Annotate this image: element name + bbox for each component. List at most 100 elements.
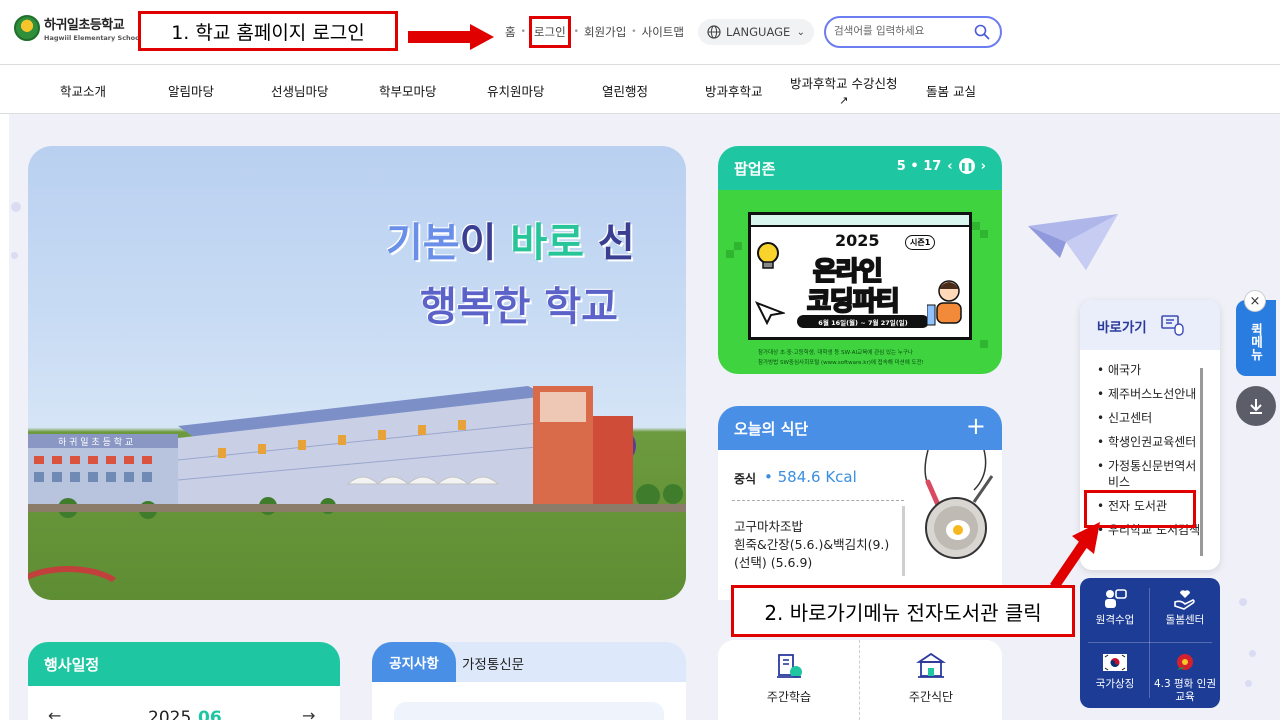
meal-title: 오늘의 식단 bbox=[734, 420, 809, 438]
nav-item-label: 방과후학교 수강신청 bbox=[790, 76, 898, 91]
meal-card: 중식 • 584.6 Kcal 고구마차조밥 흰죽&간장(5.6.)&백김치(9… bbox=[718, 450, 1002, 600]
step1-callout: 1. 학교 홈페이지 로그인 bbox=[138, 11, 398, 51]
school-building-illustration: 하 귀 일 초 등 학 교 bbox=[28, 386, 686, 519]
banner-footnote-target: 참가대상 초·중·고등학생, 대학생 등 SW·AI교육에 관심 있는 누구나 bbox=[758, 350, 913, 356]
pause-icon[interactable]: ❚❚ bbox=[958, 158, 975, 174]
site-header: 하귀일초등학교 Hagwiil Elementary School 1. 학교 … bbox=[0, 0, 1280, 64]
chevron-down-icon: ⌄ bbox=[796, 26, 805, 38]
main-nav: 학교소개 알림마당 선생님마당 학부모마당 유치원마당 열린행정 방과후학교 방… bbox=[0, 64, 1280, 114]
login-link[interactable]: 로그인 bbox=[528, 16, 571, 48]
meal-menu-item: 고구마차조밥 bbox=[734, 519, 804, 534]
hero-slogan-line1: 기본이 바로 선 bbox=[386, 210, 635, 268]
paper-plane-icon bbox=[1028, 214, 1118, 270]
grid-label: 돌봄센터 bbox=[1165, 614, 1205, 626]
popup-banner-coding-party[interactable]: 2025 시즌1 온라인 코딩파티 6월 16일(월) ~ 7월 27일(일) … bbox=[718, 190, 1002, 374]
step2-callout: 2. 바로가기메뉴 전자도서관 클릭 bbox=[731, 585, 1075, 637]
search-input[interactable] bbox=[834, 25, 972, 37]
notice-tabs: 공지사항 가정통신문 bbox=[372, 642, 686, 682]
student-character-icon bbox=[927, 280, 962, 326]
care-center-button[interactable]: 돌봄센터 bbox=[1150, 578, 1220, 642]
frying-pan-egg-icon bbox=[924, 450, 994, 559]
nav-item-parents[interactable]: 학부모마당 bbox=[379, 81, 437, 100]
quick-menu-scrollbar[interactable] bbox=[1200, 368, 1203, 556]
decor-dot bbox=[11, 202, 21, 212]
hero-banner: 기본이 바로 선 행복한 학교 하 귀 일 초 등 학 교 bbox=[28, 146, 686, 600]
popup-zone-title: 팝업존 bbox=[734, 160, 776, 178]
download-button[interactable] bbox=[1236, 386, 1276, 426]
nav-item-admin[interactable]: 열린행정 bbox=[602, 81, 648, 100]
slogan-word: 바로 bbox=[510, 220, 584, 266]
separator-dot: • bbox=[631, 27, 637, 37]
separator-dot: • bbox=[573, 27, 579, 37]
banner-date: 6월 16일(월) ~ 7월 27일(일) bbox=[797, 315, 929, 328]
arrow-right-icon bbox=[408, 24, 494, 50]
quick-link-report-center[interactable]: 신고센터 bbox=[1096, 410, 1206, 426]
heart-hand-icon bbox=[1174, 590, 1195, 610]
language-label: LANGUAGE bbox=[726, 25, 791, 39]
sitemap-link[interactable]: 사이트맵 bbox=[642, 24, 684, 40]
tab-notice[interactable]: 공지사항 bbox=[372, 642, 456, 682]
meal-header: 오늘의 식단 + bbox=[718, 406, 1002, 450]
divider bbox=[732, 500, 904, 501]
service-label: 주간학습 bbox=[766, 690, 812, 704]
close-icon[interactable]: × bbox=[1244, 290, 1266, 312]
popup-controls: 5 • 17 ‹ ❚❚ › bbox=[897, 158, 986, 174]
school-building-icon bbox=[916, 652, 946, 678]
plus-icon[interactable]: + bbox=[966, 412, 986, 440]
search-icon[interactable] bbox=[974, 24, 990, 40]
meal-menu-list: 고구마차조밥 흰죽&간장(5.6.)&백김치(9.) (선택) (5.6.9) bbox=[734, 518, 910, 572]
nav-item-teachers[interactable]: 선생님마당 bbox=[271, 81, 329, 100]
school-logo[interactable]: 하귀일초등학교 Hagwiil Elementary School bbox=[14, 14, 142, 42]
slogan-word: 이 bbox=[459, 220, 511, 266]
hero-slogan-line2: 행복한 학교 bbox=[420, 284, 618, 330]
signup-link[interactable]: 회원가입 bbox=[584, 24, 626, 40]
schedule-month: 06 bbox=[198, 708, 222, 720]
banner-season-tag: 시즌1 bbox=[905, 235, 936, 250]
meal-menu-item: 흰죽&간장(5.6.)&백김치(9.) bbox=[734, 537, 890, 552]
banner-year: 2025 bbox=[835, 231, 880, 250]
download-icon bbox=[1250, 399, 1262, 414]
nav-item-afterschool[interactable]: 방과후학교 bbox=[705, 81, 763, 100]
home-link[interactable]: 홈 bbox=[505, 24, 516, 40]
external-link-icon: ↗ bbox=[839, 94, 849, 107]
quick-menu-header: 바로가기 bbox=[1080, 300, 1220, 350]
quick-link-human-rights[interactable]: 학생인권교육센터 bbox=[1096, 434, 1206, 450]
decor-dot bbox=[1249, 650, 1256, 657]
book-building-icon bbox=[777, 654, 802, 678]
utility-links: 홈 • 로그인 • 회원가입 • 사이트맵 bbox=[505, 16, 684, 48]
chevron-right-icon[interactable]: › bbox=[981, 159, 986, 174]
decor-dot bbox=[1245, 680, 1252, 687]
window-titlebar bbox=[751, 215, 969, 227]
quick-link-bus[interactable]: 제주버스노선안내 bbox=[1096, 386, 1206, 402]
weekly-meal-link[interactable]: 주간식단 bbox=[860, 652, 1002, 705]
quick-menu-panel: 바로가기 애국가 제주버스노선안내 신고센터 학생인권교육센터 가정통신문번역서… bbox=[1080, 300, 1220, 570]
popup-zone-header: 팝업존 5 • 17 ‹ ❚❚ › bbox=[718, 146, 1002, 190]
nav-item-kindergarten[interactable]: 유치원마당 bbox=[487, 81, 545, 100]
arrow-right-icon[interactable]: → bbox=[302, 706, 315, 720]
schedule-title: 행사일정 bbox=[44, 656, 100, 674]
grid-label: 국가상징 bbox=[1095, 678, 1135, 690]
decor-dot bbox=[1239, 598, 1247, 606]
nav-item-care[interactable]: 돌봄 교실 bbox=[926, 81, 976, 100]
weekly-study-link[interactable]: 주간학습 bbox=[718, 652, 860, 705]
globe-icon bbox=[707, 25, 721, 39]
quick-link-translation[interactable]: 가정통신문번역서비스 bbox=[1096, 458, 1206, 490]
peace-education-button[interactable]: 4.3 평화 인권교육 bbox=[1150, 642, 1220, 706]
tab-home-letter[interactable]: 가정통신문 bbox=[462, 653, 524, 673]
language-selector[interactable]: LANGUAGE ⌄ bbox=[698, 19, 814, 45]
meal-calories: • 584.6 Kcal bbox=[764, 468, 857, 486]
meal-scrollbar[interactable] bbox=[902, 506, 905, 576]
nav-item-news[interactable]: 알림마당 bbox=[168, 81, 214, 100]
quick-link-anthem[interactable]: 애국가 bbox=[1096, 362, 1206, 378]
nav-item-afterschool-enroll[interactable]: 방과후학교 수강신청 ↗ bbox=[790, 73, 897, 107]
school-name-ko: 하귀일초등학교 bbox=[44, 18, 125, 33]
cursor-icon bbox=[755, 301, 785, 325]
nav-item-about[interactable]: 학교소개 bbox=[60, 81, 106, 100]
national-symbol-button[interactable]: 국가상징 bbox=[1080, 642, 1150, 706]
slogan-word: 선 bbox=[583, 220, 635, 266]
arrow-left-icon[interactable]: ← bbox=[48, 706, 61, 720]
school-sign-text: 하 귀 일 초 등 학 교 bbox=[58, 437, 133, 448]
chevron-left-icon[interactable]: ‹ bbox=[947, 159, 952, 174]
monitor-click-icon bbox=[1161, 315, 1184, 336]
remote-class-icon bbox=[1105, 589, 1127, 608]
